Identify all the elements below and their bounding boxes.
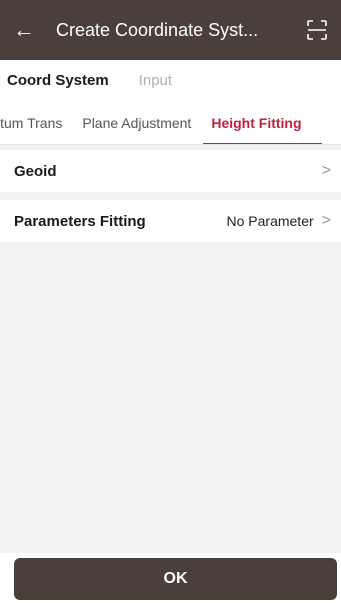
top-tab-bar: Coord System Input xyxy=(0,60,341,100)
parameters-fitting-label: Parameters Fitting xyxy=(14,212,146,230)
parameters-fitting-row[interactable]: Parameters Fitting No Parameter > xyxy=(0,200,341,242)
page-title: Create Coordinate Syst... xyxy=(56,19,259,40)
parameters-fitting-value: No Parameter xyxy=(226,213,314,229)
back-arrow-icon[interactable]: ← xyxy=(0,0,48,60)
scan-icon[interactable] xyxy=(293,0,341,60)
sub-tab-bar: itum Trans Plane Adjustment Height Fitti… xyxy=(0,100,341,145)
screen: ← Create Coordinate Syst... Coord System… xyxy=(0,0,341,603)
tab-input[interactable]: Input xyxy=(139,72,172,89)
geoid-label: Geoid xyxy=(14,162,57,180)
tab-height-fitting[interactable]: Height Fitting xyxy=(201,100,322,144)
tab-plane-adjustment[interactable]: Plane Adjustment xyxy=(72,100,201,144)
geoid-row[interactable]: Geoid > xyxy=(0,150,341,192)
tab-coord-system[interactable]: Coord System xyxy=(7,72,109,89)
app-bar: ← Create Coordinate Syst... xyxy=(0,0,341,60)
ok-button[interactable]: OK xyxy=(14,558,337,600)
chevron-right-icon: > xyxy=(321,212,331,229)
tab-datum-trans[interactable]: itum Trans xyxy=(0,100,72,144)
chevron-right-icon: > xyxy=(321,162,331,179)
footer-bar: OK xyxy=(0,553,341,603)
